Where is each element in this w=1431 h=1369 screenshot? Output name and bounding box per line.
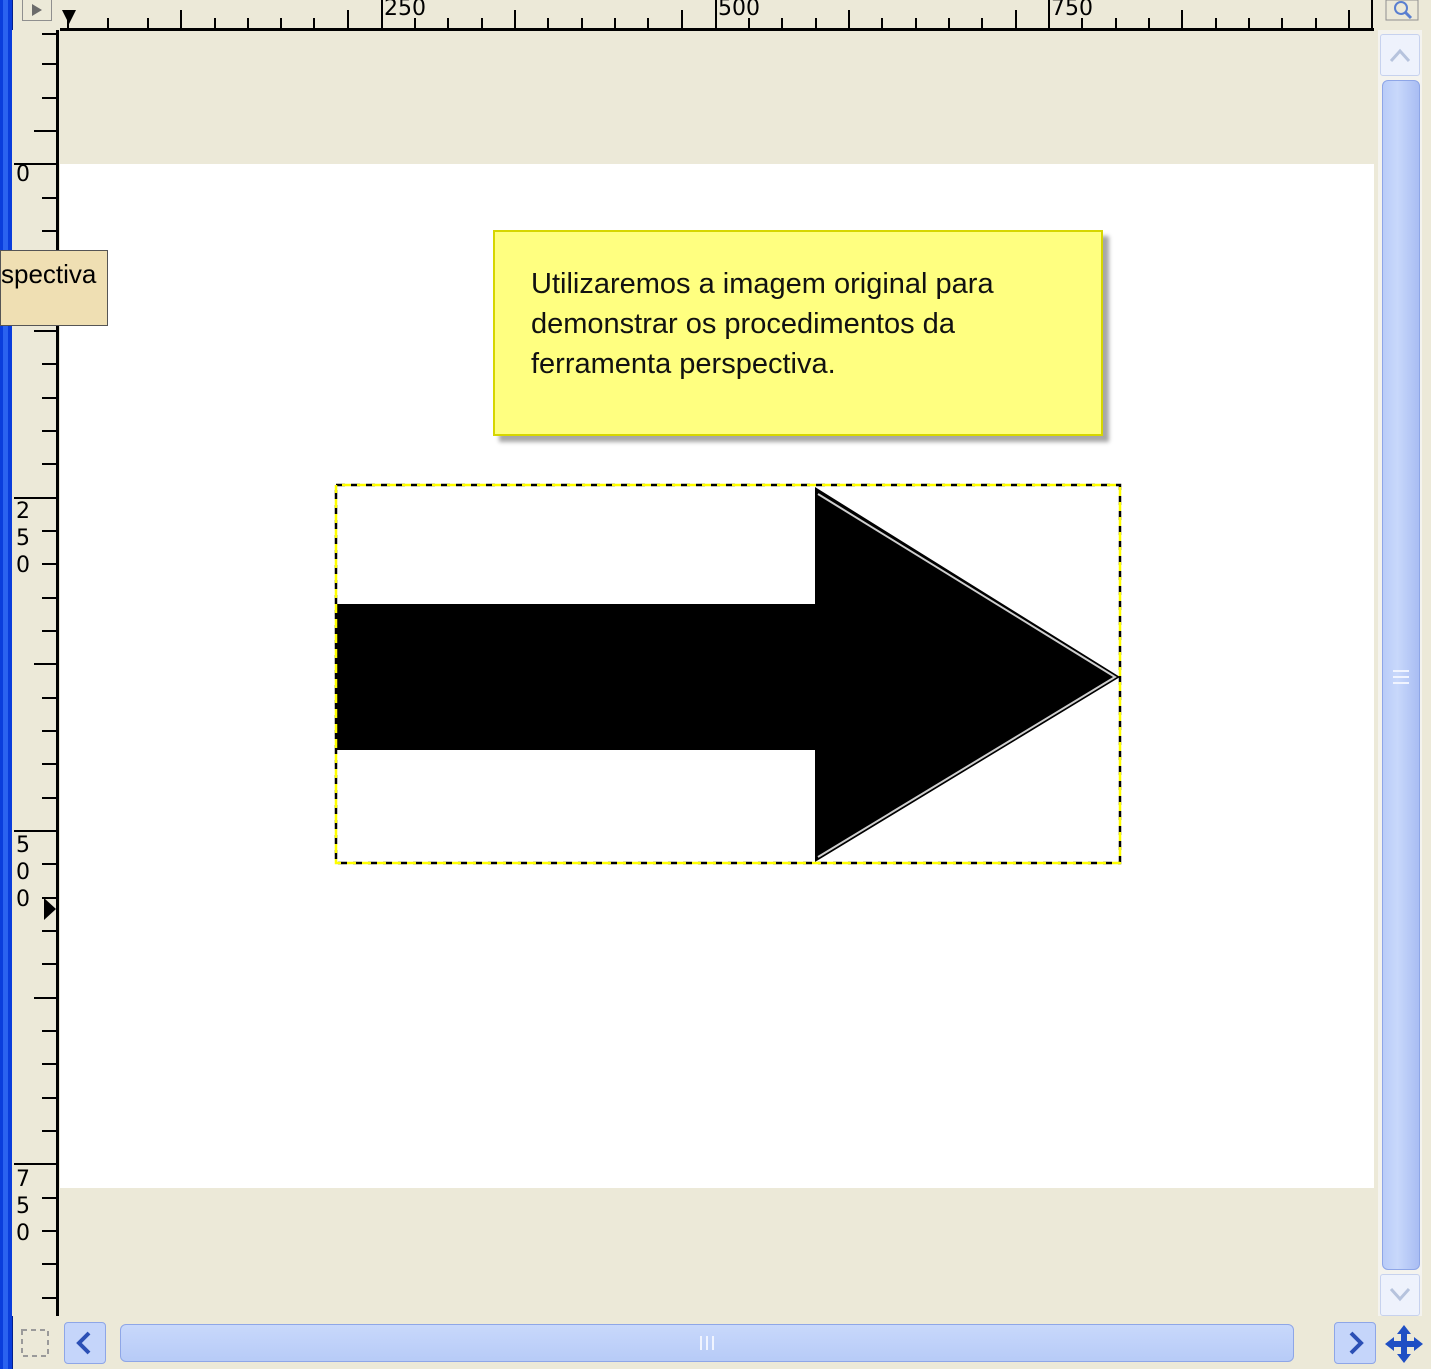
scroll-down-button[interactable] bbox=[1380, 1274, 1420, 1316]
grip-icon bbox=[1393, 670, 1409, 684]
chevron-down-icon bbox=[1389, 1287, 1411, 1302]
arrow-shape bbox=[336, 487, 1120, 862]
vruler-label-750: 750 bbox=[16, 1167, 30, 1246]
canvas-area[interactable]: Utilizaremos a imagem original para demo… bbox=[60, 32, 1374, 1316]
tooltip: spectiva bbox=[0, 250, 108, 326]
arrow-layer[interactable] bbox=[60, 32, 1374, 1316]
scroll-left-button[interactable] bbox=[64, 1322, 106, 1364]
vruler-label-500: 500 bbox=[16, 833, 30, 912]
hruler-label-250: 250 bbox=[384, 0, 426, 21]
vertical-scroll-thumb[interactable] bbox=[1382, 80, 1420, 1270]
scroll-up-button[interactable] bbox=[1380, 34, 1420, 76]
chevron-right-icon bbox=[1349, 1331, 1364, 1355]
vruler-label-0: 0 bbox=[16, 162, 30, 187]
quick-mask-icon[interactable] bbox=[18, 1326, 52, 1360]
zoom-icon[interactable] bbox=[1384, 0, 1422, 22]
hruler-label-500: 500 bbox=[718, 0, 760, 21]
vertical-ruler-ticks bbox=[14, 33, 56, 1299]
horizontal-scroll-thumb[interactable] bbox=[120, 1324, 1294, 1362]
chevron-up-icon bbox=[1389, 48, 1411, 63]
chevron-left-icon bbox=[76, 1331, 91, 1355]
vruler-label-250: 250 bbox=[16, 499, 30, 578]
navigate-icon[interactable] bbox=[1382, 1322, 1426, 1366]
scroll-right-button[interactable] bbox=[1334, 1322, 1376, 1364]
horizontal-ruler[interactable]: 250 500 750 bbox=[60, 0, 1374, 31]
hruler-label-750: 750 bbox=[1051, 0, 1093, 21]
grip-icon bbox=[700, 1336, 714, 1350]
image-menu-button[interactable] bbox=[22, 0, 52, 21]
horizontal-ruler-ticks bbox=[62, 0, 1373, 28]
vertical-ruler[interactable]: 0 250 500 750 bbox=[12, 30, 59, 1316]
